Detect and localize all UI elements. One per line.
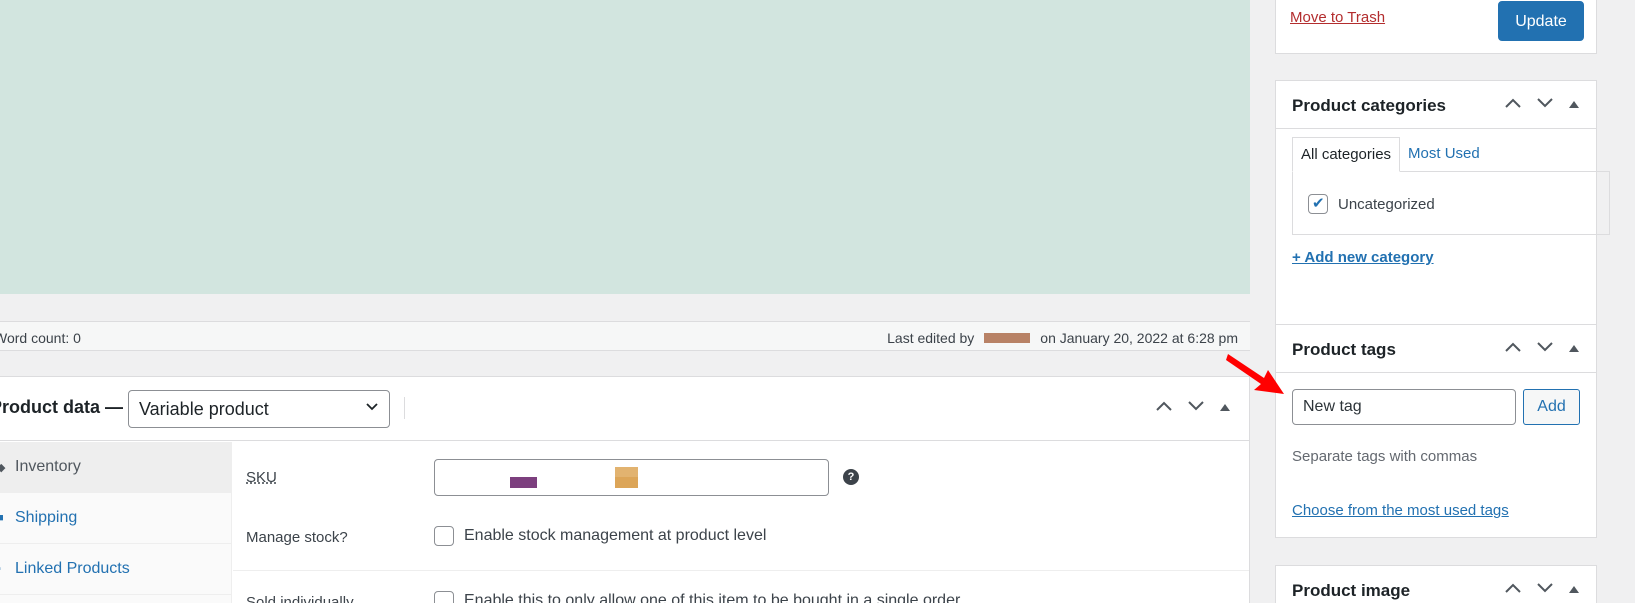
tab-label: Linked Products <box>15 560 130 577</box>
toggle-panel-icon[interactable] <box>1568 340 1580 358</box>
chevron-down-icon <box>365 399 379 418</box>
sold-individually-label: Sold individually <box>246 594 354 603</box>
image-header: Product image <box>1276 566 1596 603</box>
publish-box: Move to Trash Update <box>1275 0 1597 54</box>
categories-title: Product categories <box>1292 96 1446 115</box>
sku-input[interactable] <box>434 459 829 496</box>
tab-most-used[interactable]: Most Used <box>1400 137 1488 172</box>
move-down-icon[interactable] <box>1187 399 1205 417</box>
editor-status-bar: Word count: 0 Last edited by on January … <box>0 321 1250 351</box>
redacted-sku-part <box>615 467 638 488</box>
sold-individually-row: Enable this to only allow one of this it… <box>434 591 960 603</box>
tab-all-categories[interactable]: All categories <box>1292 137 1401 172</box>
link-icon: ▪ <box>0 563 1 575</box>
sold-individually-desc: Enable this to only allow one of this it… <box>464 592 961 603</box>
move-to-trash-link[interactable]: Move to Trash <box>1290 9 1385 26</box>
product-categories-box: Product categories All categories Most U… <box>1275 80 1610 328</box>
help-icon[interactable]: ? <box>843 469 859 485</box>
product-data-box: Product data — Variable product ◆ Invent… <box>0 376 1250 603</box>
product-type-value: Variable product <box>139 399 269 419</box>
product-data-title: Product data — <box>0 397 124 417</box>
update-button[interactable]: Update <box>1498 1 1584 41</box>
toggle-panel-icon[interactable] <box>1219 399 1231 417</box>
editor-canvas[interactable] <box>0 0 1250 294</box>
tab-shipping[interactable]: ■ Shipping <box>0 493 231 544</box>
product-data-controls <box>1155 399 1231 417</box>
sku-label: SKU <box>246 469 277 486</box>
sold-individually-checkbox[interactable] <box>434 591 454 603</box>
move-up-icon[interactable] <box>1504 340 1522 358</box>
tags-header: Product tags <box>1276 325 1596 373</box>
move-down-icon[interactable] <box>1536 96 1554 114</box>
redacted-sku-part <box>510 477 537 488</box>
category-list: Uncategorized <box>1292 171 1610 235</box>
word-count: Word count: 0 <box>0 330 81 346</box>
image-title: Product image <box>1292 581 1411 600</box>
manage-stock-checkbox[interactable] <box>434 526 454 546</box>
redacted-username <box>984 333 1031 343</box>
truck-icon: ■ <box>0 512 4 524</box>
choose-most-used-tags-link[interactable]: Choose from the most used tags <box>1292 502 1509 519</box>
add-tag-button[interactable]: Add <box>1523 389 1580 425</box>
add-new-category-link[interactable]: + Add new category <box>1292 249 1434 266</box>
tab-inventory[interactable]: ◆ Inventory <box>0 442 231 493</box>
last-edited-suffix: on January 20, 2022 at 6:28 pm <box>1040 330 1238 346</box>
product-data-header: Product data — Variable product <box>0 377 1249 441</box>
product-image-box: Product image <box>1275 565 1597 603</box>
category-tabs: All categories Most Used <box>1292 137 1488 172</box>
categories-header: Product categories <box>1276 81 1596 129</box>
tab-label: Shipping <box>15 509 78 526</box>
product-data-tabs: ◆ Inventory ■ Shipping ▪ Linked Products <box>0 442 232 603</box>
tag-icon: ◆ <box>0 462 6 474</box>
tab-linked-products[interactable]: ▪ Linked Products <box>0 544 231 595</box>
new-tag-input[interactable]: New tag <box>1292 389 1516 425</box>
tags-title: Product tags <box>1292 340 1396 359</box>
product-tags-box: Product tags New tag Add Separate tags w… <box>1275 324 1597 538</box>
categories-controls <box>1504 96 1580 114</box>
move-up-icon[interactable] <box>1504 96 1522 114</box>
header-divider <box>404 397 405 419</box>
toggle-panel-icon[interactable] <box>1568 96 1580 114</box>
toggle-panel-icon[interactable] <box>1568 581 1580 599</box>
category-item[interactable]: Uncategorized <box>1308 194 1435 214</box>
manage-stock-label: Manage stock? <box>246 529 348 546</box>
product-type-select[interactable]: Variable product <box>128 390 390 428</box>
last-edited-prefix: Last edited by <box>887 330 975 346</box>
move-down-icon[interactable] <box>1536 340 1554 358</box>
last-edited: Last edited by on January 20, 2022 at 6:… <box>887 330 1238 346</box>
field-divider <box>233 570 1249 571</box>
tab-label: Inventory <box>15 458 81 475</box>
annotation-arrow-icon <box>1226 354 1284 394</box>
manage-stock-row: Enable stock management at product level <box>434 526 766 546</box>
category-checkbox[interactable] <box>1308 194 1328 214</box>
tags-controls <box>1504 340 1580 358</box>
category-label: Uncategorized <box>1338 195 1435 213</box>
move-up-icon[interactable] <box>1504 581 1522 599</box>
image-controls <box>1504 581 1580 599</box>
move-down-icon[interactable] <box>1536 581 1554 599</box>
tag-hint: Separate tags with commas <box>1292 448 1478 465</box>
move-up-icon[interactable] <box>1155 399 1173 417</box>
manage-stock-desc: Enable stock management at product level <box>464 527 767 544</box>
